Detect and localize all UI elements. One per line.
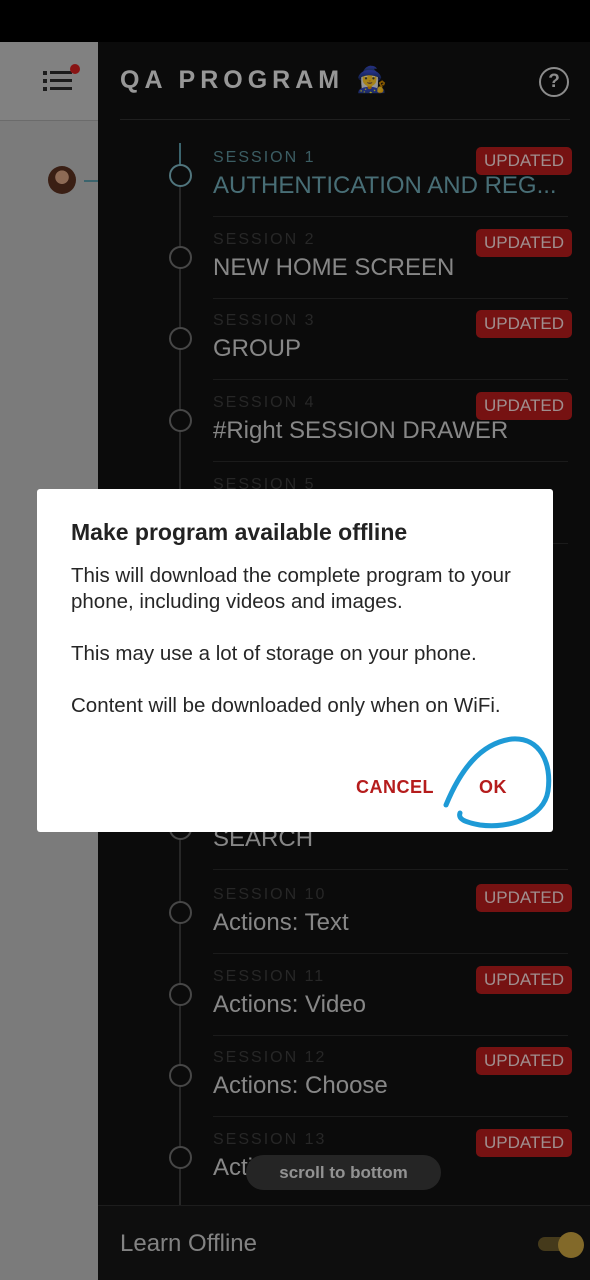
cancel-button[interactable]: CANCEL bbox=[356, 777, 434, 798]
dialog-title: Make program available offline bbox=[71, 519, 408, 545]
dialog-paragraph: Content will be downloaded only when on … bbox=[71, 694, 501, 717]
dialog-paragraph: This will download the complete program … bbox=[71, 564, 511, 613]
ok-highlight-annotation bbox=[443, 736, 552, 829]
dialog-paragraph: This may use a lot of storage on your ph… bbox=[71, 642, 477, 665]
